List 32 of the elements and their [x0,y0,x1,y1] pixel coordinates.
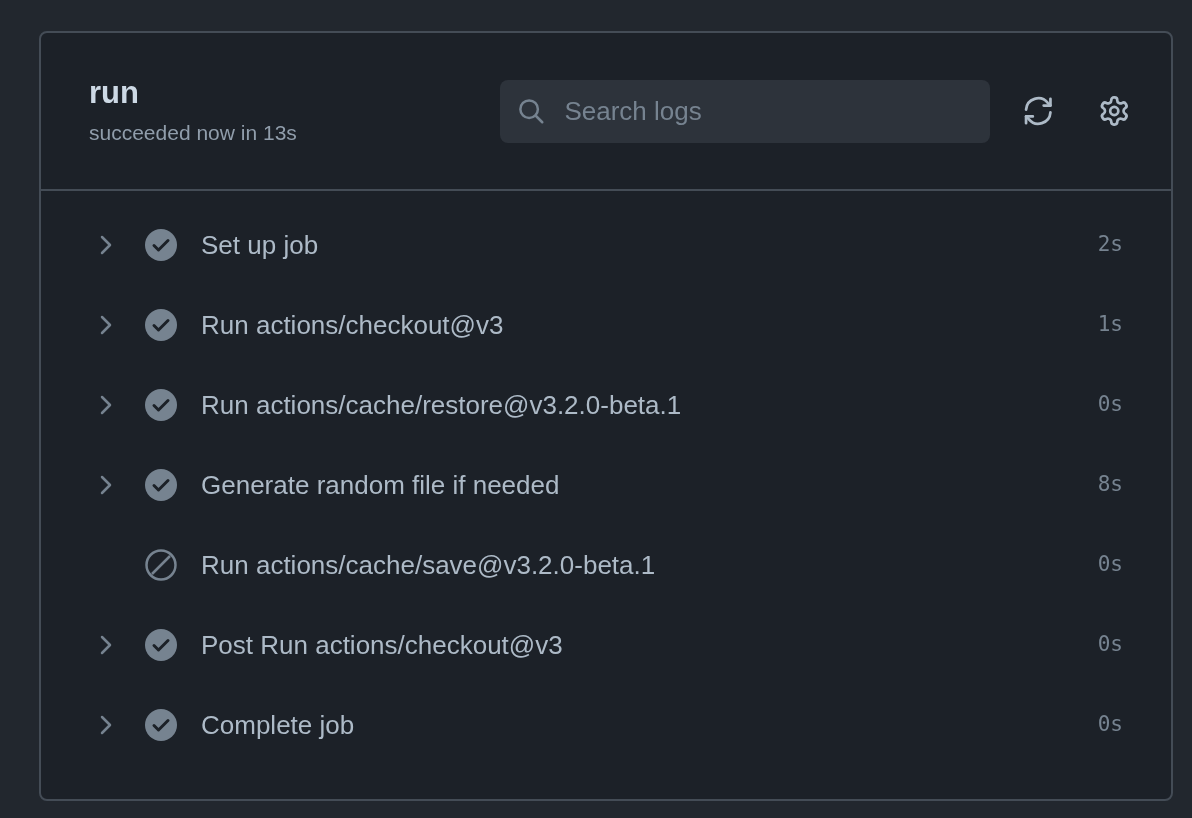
step-duration: 0s [1097,551,1123,579]
step-row[interactable]: Run actions/cache/restore@v3.2.0-beta.1 0s [41,365,1171,445]
step-name: Run actions/cache/restore@v3.2.0-beta.1 [201,388,682,422]
check-circle-icon [145,229,177,261]
step-duration: 8s [1097,471,1123,499]
step-row[interactable]: Post Run actions/checkout@v3 0s [41,605,1171,685]
step-duration: 2s [1097,231,1123,259]
step-duration: 0s [1097,631,1123,659]
step-name: Generate random file if needed [201,468,560,502]
check-circle-icon [145,629,177,661]
step-name: Complete job [201,708,355,742]
check-circle-icon [145,309,177,341]
step-row[interactable]: Complete job 0s [41,685,1171,765]
check-circle-icon [145,389,177,421]
step-row[interactable]: Run actions/checkout@v3 1s [41,285,1171,365]
step-duration: 1s [1097,311,1123,339]
search-field[interactable]: Search logs [500,79,990,143]
step-row[interactable]: Generate random file if needed 8s [41,445,1171,525]
settings-icon[interactable] [1098,94,1131,128]
step-name: Run actions/cache/save@v3.2.0-beta.1 [201,548,656,582]
job-status-text: succeeded now in 13s [89,119,298,146]
step-row[interactable]: Set up job 2s [41,205,1171,285]
check-circle-icon [145,469,177,501]
step-name: Post Run actions/checkout@v3 [201,628,563,662]
skipped-icon [145,549,177,581]
check-circle-icon [145,709,177,741]
step-duration: 0s [1097,391,1123,419]
step-duration: 0s [1097,711,1123,739]
step-name: Set up job [201,228,319,262]
step-row[interactable]: Run actions/cache/save@v3.2.0-beta.1 0s [41,525,1171,605]
job-title: run [89,73,140,112]
step-name: Run actions/checkout@v3 [201,308,504,342]
